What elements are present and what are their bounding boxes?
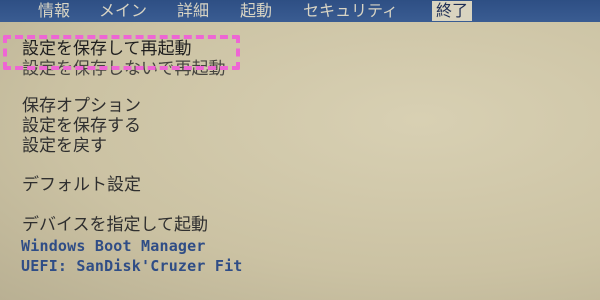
tab-exit[interactable]: 終了	[432, 1, 473, 21]
tab-advanced[interactable]: 詳細	[177, 1, 209, 21]
menu-item-default-settings[interactable]: デフォルト設定	[22, 175, 141, 195]
bios-screen: 情報 メイン 詳細 起動 セキュリティ 終了 設定を保存して再起動 設定を保存し…	[0, 0, 600, 300]
tab-security[interactable]: セキュリティ	[303, 1, 398, 21]
tab-boot[interactable]: 起動	[240, 1, 272, 21]
save-options-header: 保存オプション	[22, 96, 141, 116]
tab-bar: 情報 メイン 詳細 起動 セキュリティ 終了	[0, 0, 600, 22]
boot-device-usb-cruzer-fit[interactable]: UEFI: SanDisk'Cruzer Fit	[21, 256, 243, 276]
menu-item-restore-settings[interactable]: 設定を戻す	[22, 136, 107, 156]
boot-override-header: デバイスを指定して起動	[22, 215, 208, 235]
selection-highlight-box	[3, 35, 240, 70]
tab-info[interactable]: 情報	[38, 1, 70, 21]
boot-device-windows-boot-manager[interactable]: Windows Boot Manager	[21, 236, 206, 256]
menu-item-save-settings[interactable]: 設定を保存する	[22, 116, 141, 136]
tab-main[interactable]: メイン	[99, 1, 147, 21]
